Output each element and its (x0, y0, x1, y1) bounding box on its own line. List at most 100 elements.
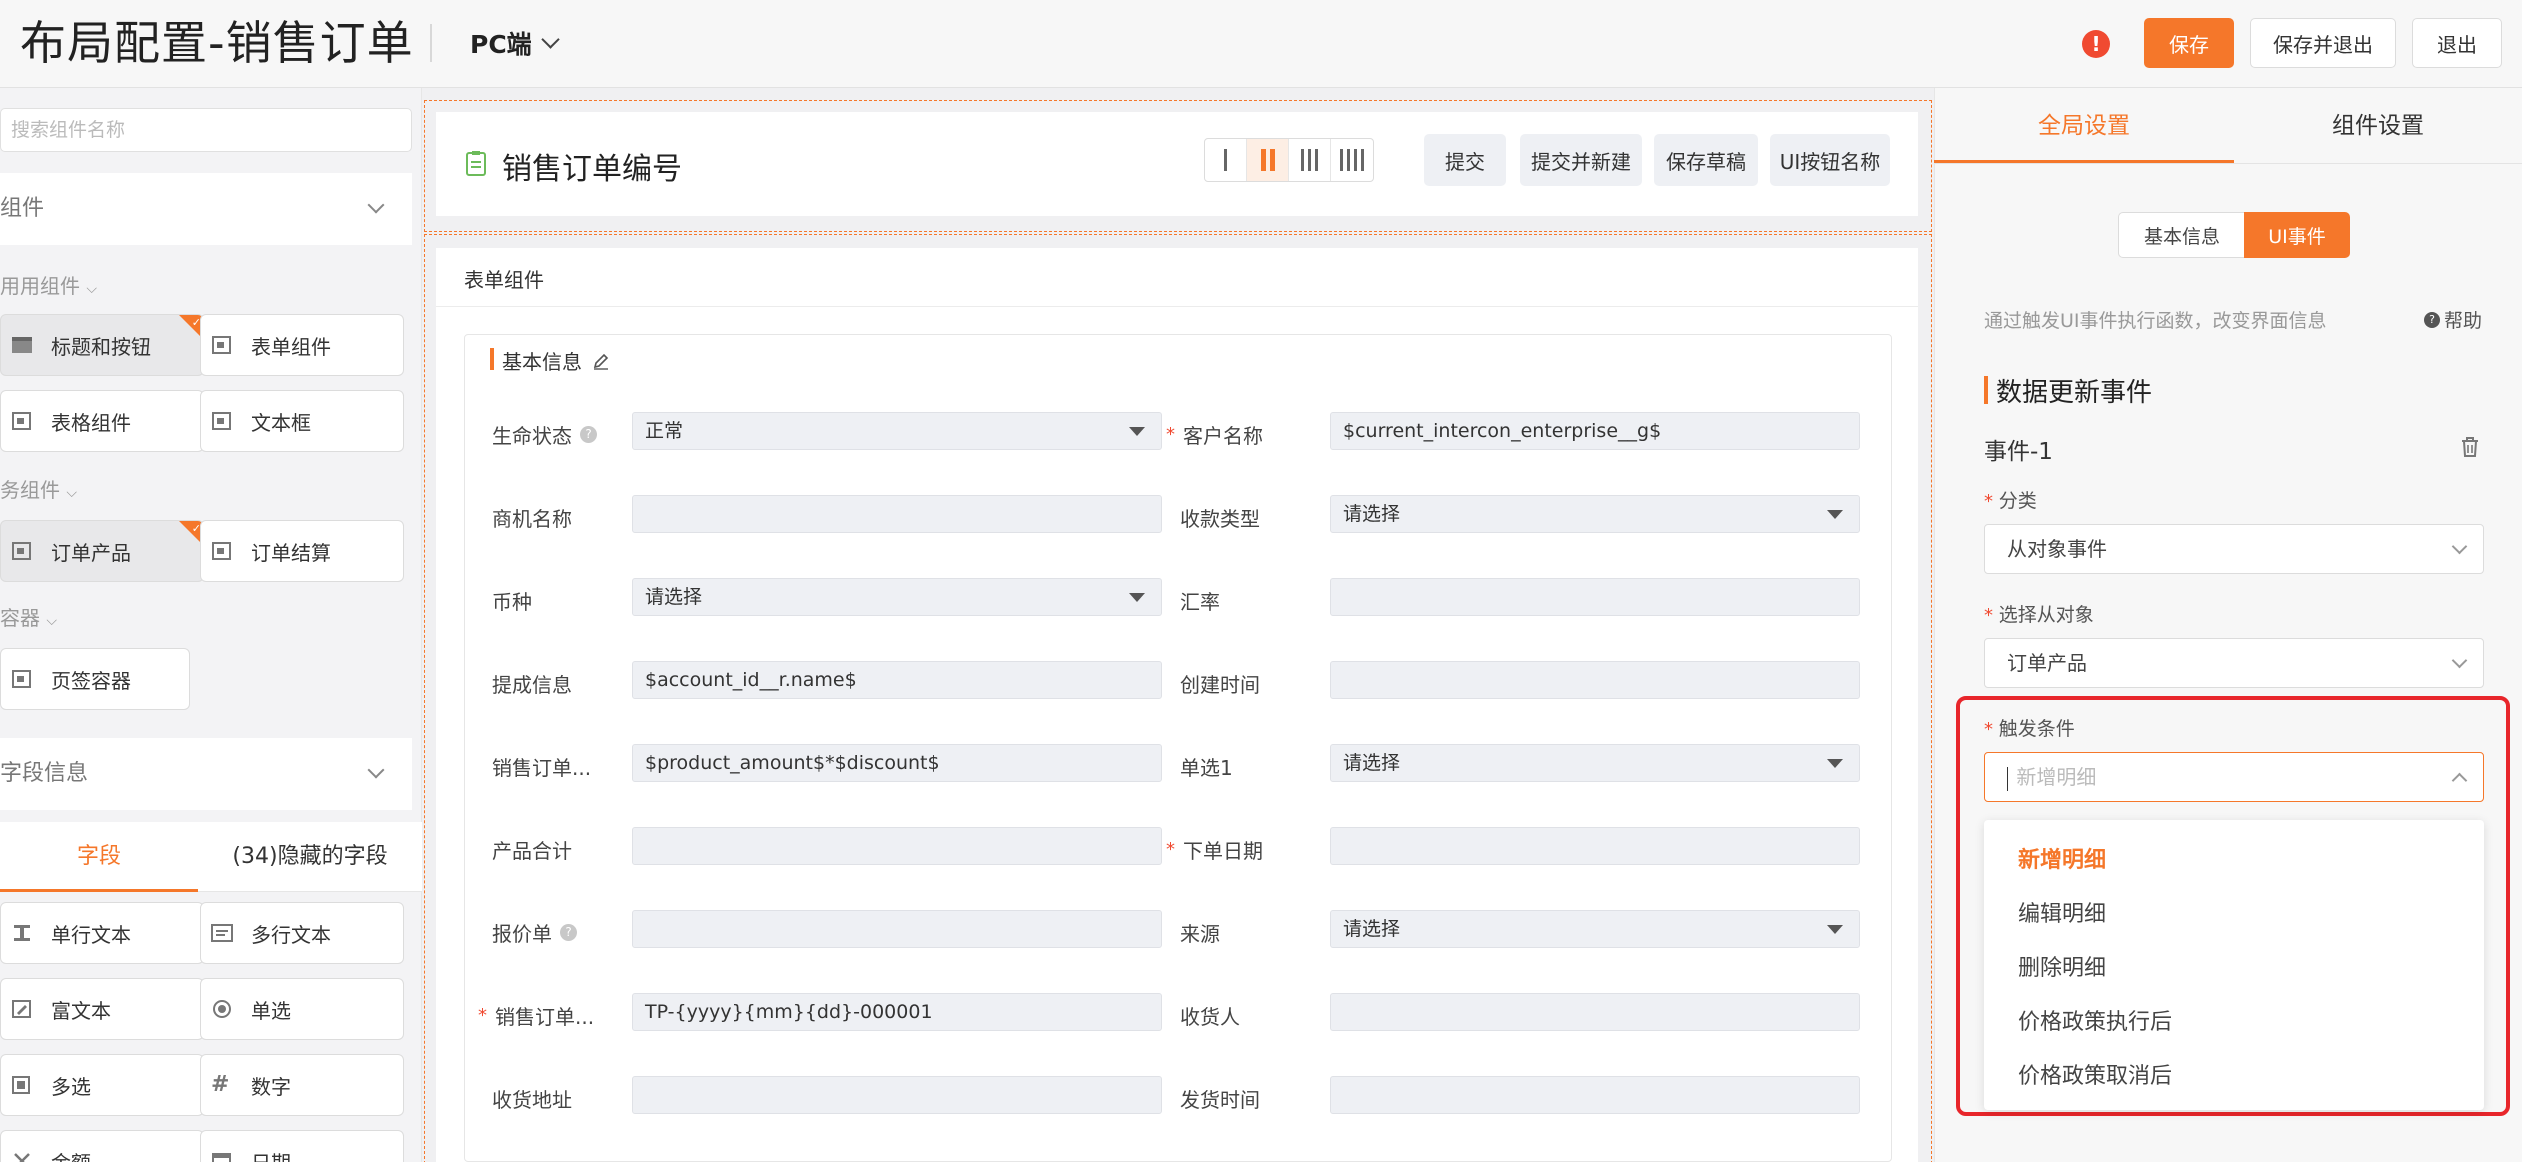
ui-events-description: 通过触发UI事件执行函数，改变界面信息 (1984, 310, 2327, 332)
help-link[interactable]: ? 帮助 (2424, 306, 2482, 333)
help-icon[interactable]: ? (560, 924, 577, 941)
component-search-input[interactable]: 搜索组件名称 (0, 108, 412, 152)
field-select[interactable]: 请选择 (1330, 495, 1860, 533)
field-item[interactable]: # 数字 (200, 1054, 404, 1116)
component-item[interactable]: 表格组件 (0, 390, 204, 452)
component-item[interactable]: 页签容器 (0, 648, 190, 710)
field-input[interactable] (632, 827, 1162, 865)
required-mark: * (478, 1005, 487, 1026)
tab-active-indicator (1934, 160, 2234, 163)
field-select[interactable]: 正常 (632, 412, 1162, 450)
trash-icon[interactable] (2460, 436, 2480, 458)
edit-icon[interactable] (592, 352, 610, 370)
field-input[interactable] (1330, 993, 1860, 1031)
option-after-price-policy-cancel[interactable]: 价格政策取消后 (2018, 1058, 2172, 1090)
tab-global-settings[interactable]: 全局设置 (1934, 88, 2234, 164)
field-input[interactable] (1330, 827, 1860, 865)
component-item[interactable]: 订单结算 (200, 520, 404, 582)
column-layout-switch[interactable] (1204, 138, 1374, 182)
single-text-icon (14, 925, 30, 941)
order-product-icon (12, 542, 31, 560)
component-item[interactable]: 订单产品 ✓ (0, 520, 204, 582)
divider (436, 306, 1918, 307)
field-input[interactable]: TP-{yyyy}{mm}{dd}-000001 (632, 993, 1162, 1031)
save-button[interactable]: 保存 (2144, 18, 2234, 68)
rich-text-icon (12, 1000, 31, 1018)
field-select[interactable]: 请选择 (1330, 910, 1860, 948)
component-item[interactable]: 标题和按钮 ✓ (0, 314, 204, 376)
chevron-up-icon (2451, 772, 2468, 789)
tab-fields[interactable]: 字段 (0, 822, 198, 892)
field-label: 产品合计 (492, 839, 572, 863)
field-item[interactable]: 金额 (0, 1130, 204, 1162)
layout-3-column[interactable] (1289, 139, 1331, 181)
section-accent-bar (1984, 376, 1988, 404)
field-item[interactable]: 单行文本 (0, 902, 204, 964)
field-label: * 销售订单... (478, 1005, 595, 1029)
fields-section-header[interactable]: 字段信息 (0, 738, 412, 810)
field-input[interactable] (632, 1076, 1162, 1114)
field-input[interactable] (1330, 578, 1860, 616)
field-label: 提成信息 (492, 673, 572, 697)
field-input[interactable] (1330, 1076, 1860, 1114)
option-edit-detail[interactable]: 编辑明细 (2018, 896, 2106, 928)
field-item[interactable]: 日期 (200, 1130, 404, 1162)
components-section-title: 组件 (0, 196, 45, 221)
field-select[interactable]: 请选择 (1330, 744, 1860, 782)
detail-object-select[interactable]: 订单产品 (1984, 638, 2484, 688)
option-add-detail[interactable]: 新增明细 (2018, 842, 2106, 874)
save-exit-button[interactable]: 保存并退出 (2250, 18, 2396, 68)
field-input[interactable]: $product_amount$*$discount$ (632, 744, 1162, 782)
component-item[interactable]: 表单组件 (200, 314, 404, 376)
category-label: * 分类 (1984, 490, 2037, 512)
exit-button[interactable]: 退出 (2412, 18, 2502, 68)
field-item[interactable]: 多选 (0, 1054, 204, 1116)
field-input[interactable]: $current_intercon_enterprise__g$ (1330, 412, 1860, 450)
pill-basic-info[interactable]: 基本信息 (2118, 212, 2246, 258)
field-select[interactable]: 请选择 (632, 578, 1162, 616)
chevron-down-icon (540, 29, 560, 49)
trigger-condition-select[interactable]: 新增明细 (1984, 752, 2484, 802)
tab-hidden-fields[interactable]: (34)隐藏的字段 (198, 822, 422, 892)
caret-down-icon (1827, 759, 1843, 768)
field-item[interactable]: 单选 (200, 978, 404, 1040)
field-item[interactable]: 富文本 (0, 978, 204, 1040)
group-common[interactable]: 用用组件 ⌵ (0, 270, 97, 299)
field-label: * 客户名称 (1166, 424, 1263, 448)
submit-new-button[interactable]: 提交并新建 (1520, 134, 1642, 186)
section-accent-bar (490, 348, 494, 370)
field-input[interactable] (632, 495, 1162, 533)
option-after-price-policy[interactable]: 价格政策执行后 (2018, 1004, 2172, 1036)
help-icon: ? (2424, 311, 2440, 328)
field-label: 收货地址 (492, 1088, 572, 1112)
help-icon[interactable]: ? (580, 426, 597, 443)
field-label: 来源 (1180, 922, 1220, 946)
group-container[interactable]: 容器 ⌵ (0, 602, 57, 631)
components-section-header[interactable]: 组件 (0, 173, 412, 245)
custom-ui-button[interactable]: UI按钮名称 (1770, 134, 1890, 186)
pill-ui-events[interactable]: UI事件 (2244, 212, 2350, 258)
field-input[interactable]: $account_id__r.name$ (632, 661, 1162, 699)
group-business[interactable]: 务组件 ⌵ (0, 474, 77, 503)
field-input[interactable] (632, 910, 1162, 948)
layout-2-column[interactable] (1247, 139, 1289, 181)
detail-object-label: * 选择从对象 (1984, 604, 2094, 626)
component-item[interactable]: 文本框 (200, 390, 404, 452)
layout-4-column[interactable] (1331, 139, 1373, 181)
submit-button[interactable]: 提交 (1424, 134, 1506, 186)
field-label: 创建时间 (1180, 673, 1260, 697)
save-draft-button[interactable]: 保存草稿 (1654, 134, 1758, 186)
device-select[interactable]: PC端 (470, 22, 560, 64)
caret-down-icon (1129, 427, 1145, 436)
layout-1-column[interactable] (1205, 139, 1247, 181)
multi-text-icon (211, 924, 233, 942)
checkbox-icon (12, 1076, 30, 1094)
field-item[interactable]: 多行文本 (200, 902, 404, 964)
field-input[interactable] (1330, 661, 1860, 699)
option-delete-detail[interactable]: 删除明细 (2018, 950, 2106, 982)
tab-component-settings[interactable]: 组件设置 (2234, 88, 2522, 164)
warning-icon[interactable]: ! (2082, 30, 2110, 58)
amount-icon (14, 1153, 30, 1162)
trigger-condition-label: * 触发条件 (1984, 718, 2075, 740)
category-select[interactable]: 从对象事件 (1984, 524, 2484, 574)
